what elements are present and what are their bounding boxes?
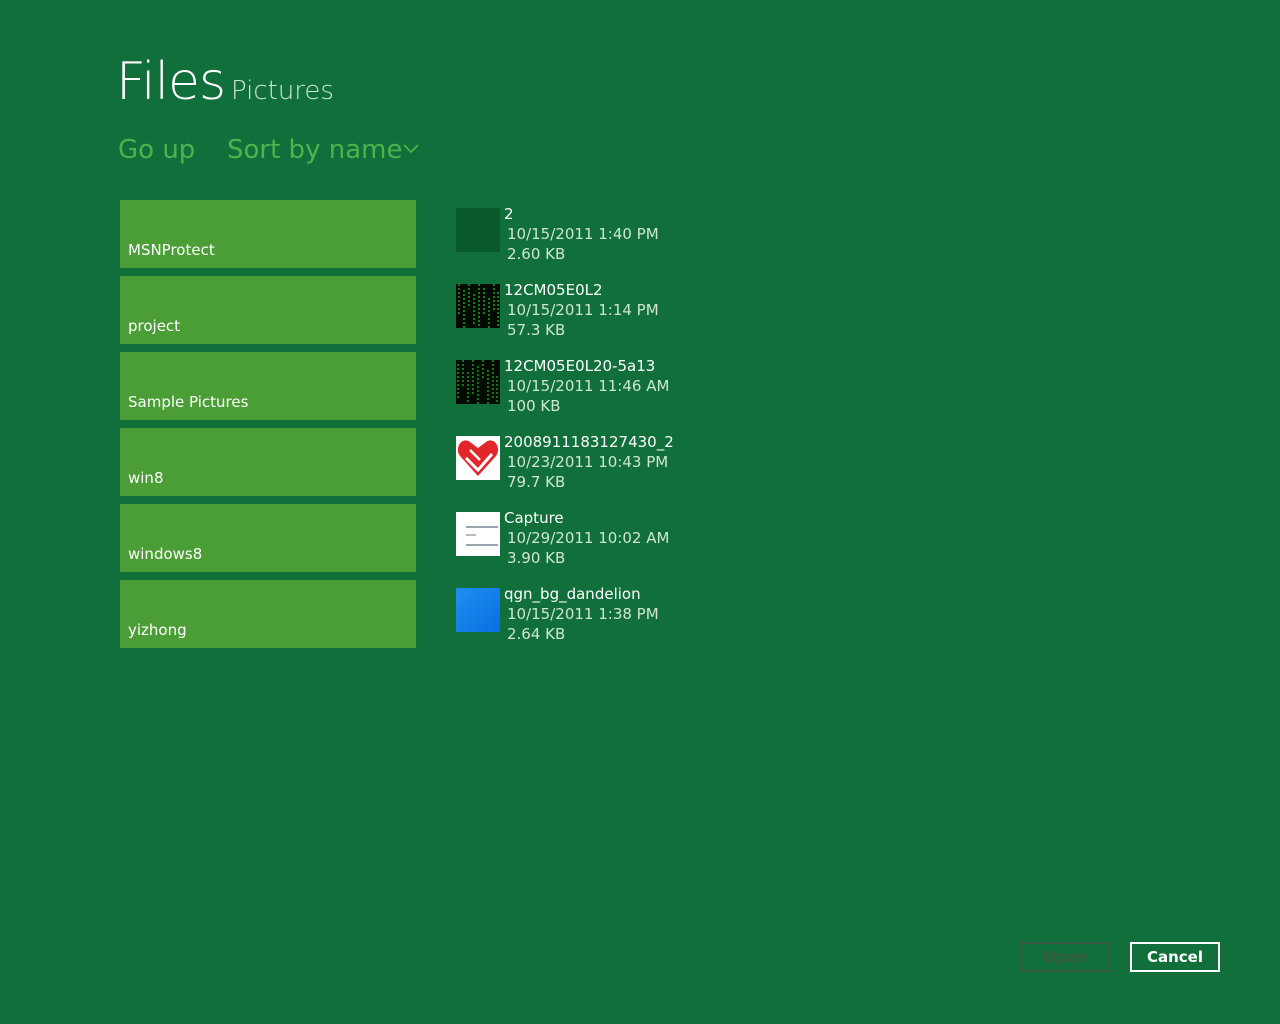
folder-label: Sample Pictures — [128, 393, 249, 411]
file-date: 10/15/2011 1:40 PM — [507, 225, 659, 243]
file-size: 79.7 KB — [507, 473, 566, 491]
file-item[interactable]: qgn_bg_dandelion 10/15/2011 1:38 PM 2.64… — [456, 585, 716, 654]
file-item[interactable]: 12CM05E0L20-5a13 10/15/2011 11:46 AM 100… — [456, 357, 716, 426]
folder-tile[interactable]: win8 — [120, 428, 416, 496]
file-name: 12CM05E0L2 — [504, 281, 603, 299]
file-item[interactable]: 2008911183127430_2 10/23/2011 10:43 PM 7… — [456, 433, 716, 502]
go-up-button[interactable]: Go up — [118, 132, 195, 168]
current-location: Pictures — [231, 76, 334, 106]
file-thumbnail — [456, 208, 500, 252]
file-item[interactable]: 2 10/15/2011 1:40 PM 2.60 KB — [456, 205, 716, 274]
file-name: 12CM05E0L20-5a13 — [504, 357, 656, 375]
file-thumbnail — [456, 360, 500, 404]
file-size: 2.60 KB — [507, 245, 566, 263]
file-date: 10/15/2011 1:14 PM — [507, 301, 659, 319]
file-thumbnail — [456, 284, 500, 328]
cancel-button[interactable]: Cancel — [1130, 942, 1220, 972]
file-item[interactable]: Capture 10/29/2011 10:02 AM 3.90 KB — [456, 509, 716, 578]
file-picker: Files Pictures Go up Sort by name MSNPro… — [0, 0, 1280, 1024]
folder-tile[interactable]: Sample Pictures — [120, 352, 416, 420]
folder-label: MSNProtect — [128, 241, 215, 259]
folder-label: project — [128, 317, 181, 335]
file-name: qgn_bg_dandelion — [504, 585, 641, 603]
file-name: Capture — [504, 509, 564, 527]
file-name: 2 — [504, 205, 514, 223]
folder-tile[interactable]: windows8 — [120, 504, 416, 572]
open-button[interactable]: Open — [1020, 942, 1110, 972]
file-size: 100 KB — [507, 397, 561, 415]
file-date: 10/15/2011 1:38 PM — [507, 605, 659, 623]
file-date: 10/23/2011 10:43 PM — [507, 453, 669, 471]
file-date: 10/29/2011 10:02 AM — [507, 529, 670, 547]
file-name: 2008911183127430_2 — [504, 433, 674, 451]
folder-tile[interactable]: MSNProtect — [120, 200, 416, 268]
file-size: 57.3 KB — [507, 321, 566, 339]
file-thumbnail — [456, 436, 500, 480]
file-size: 2.64 KB — [507, 625, 566, 643]
file-date: 10/15/2011 11:46 AM — [507, 377, 670, 395]
folder-label: yizhong — [128, 621, 187, 639]
file-size: 3.90 KB — [507, 549, 566, 567]
file-item[interactable]: 12CM05E0L2 10/15/2011 1:14 PM 57.3 KB — [456, 281, 716, 350]
folder-label: windows8 — [128, 545, 203, 563]
sort-dropdown[interactable]: Sort by name — [227, 132, 402, 168]
chevron-down-icon[interactable] — [403, 144, 419, 154]
folder-label: win8 — [128, 469, 164, 487]
folder-tile[interactable]: project — [120, 276, 416, 344]
file-thumbnail — [456, 512, 500, 556]
file-thumbnail — [456, 588, 500, 632]
folder-tile[interactable]: yizhong — [120, 580, 416, 648]
page-title: Files — [116, 52, 226, 112]
